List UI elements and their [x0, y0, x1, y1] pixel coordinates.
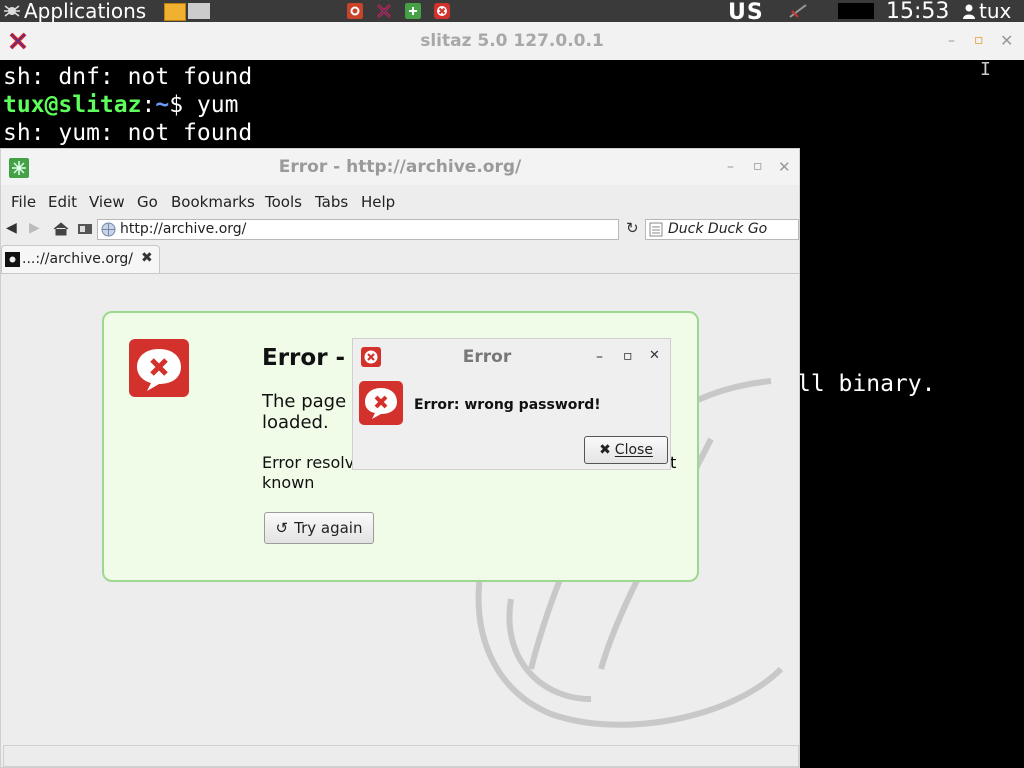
home-icon[interactable] [53, 222, 69, 236]
minimize-icon[interactable]: – [727, 159, 734, 175]
applications-label: Applications [24, 0, 147, 23]
error-icon [359, 381, 403, 425]
status-bar [3, 745, 799, 767]
search-placeholder: Duck Duck Go [668, 221, 768, 237]
reload-icon: ↺ [275, 519, 289, 537]
search-engine-icon [649, 222, 663, 237]
terminal-partial-text: ll binary. [797, 371, 936, 397]
terminal-prompt-line: tux@slitaz:~$ yum [0, 91, 1024, 119]
back-icon[interactable]: ◀ [6, 220, 17, 236]
close-button[interactable]: ✖ Close [584, 436, 668, 464]
restore-icon[interactable]: ▫ [974, 32, 984, 48]
tray-slot [838, 3, 874, 19]
desktop-2-button[interactable] [188, 3, 210, 19]
close-label: Close [614, 442, 653, 458]
error-detail-line: known [262, 473, 315, 492]
error-title: Error - [262, 345, 346, 371]
prompt-command: $ yum [169, 92, 239, 118]
terminal-titlebar[interactable]: slitaz 5.0 127.0.0.1 – ▫ ✕ [0, 22, 1024, 61]
browser-launcher-icon[interactable] [405, 3, 421, 19]
tab-divider [1, 273, 799, 274]
terminal-line: sh: yum: not found [3, 120, 253, 146]
try-again-button[interactable]: ↺ Try again [264, 512, 374, 544]
prompt-path: ~ [155, 92, 170, 118]
browser-titlebar[interactable]: Error - http://archive.org/ – ▫ ✕ [1, 149, 799, 185]
dialog-title: Error [462, 347, 512, 367]
menu-file[interactable]: File [11, 193, 36, 211]
close-icon[interactable]: ✕ [778, 158, 791, 176]
spider-icon [4, 5, 20, 17]
terminal-line: sh: dnf: not found [3, 64, 253, 90]
url-text: http://archive.org/ [120, 221, 247, 237]
url-bar[interactable]: http://archive.org/ [97, 219, 619, 240]
menu-tools[interactable]: Tools [265, 193, 302, 211]
network-icon[interactable] [788, 3, 808, 19]
user-menu[interactable]: tux [962, 0, 1011, 23]
settings-launcher-icon[interactable] [347, 3, 363, 19]
menu-view[interactable]: View [89, 193, 125, 211]
minimize-icon[interactable]: – [596, 349, 603, 365]
menu-tabs[interactable]: Tabs [315, 193, 348, 211]
maximize-icon[interactable]: ▫ [753, 158, 763, 174]
applications-menu[interactable]: Applications [4, 0, 147, 23]
error-dialog: Error – ▫ ✕ Error: wrong password! ✖ Clo… [352, 338, 671, 470]
reload-icon[interactable]: ↻ [626, 219, 639, 237]
prompt-separator: : [141, 92, 156, 118]
maximize-icon[interactable]: ▫ [623, 348, 633, 364]
user-name: tux [979, 0, 1012, 23]
menu-go[interactable]: Go [137, 193, 158, 211]
minimize-icon[interactable]: – [948, 33, 955, 49]
clock[interactable]: 15:53 [886, 0, 949, 24]
forward-icon[interactable]: ▶ [29, 220, 40, 236]
menu-bookmarks[interactable]: Bookmarks [171, 193, 255, 211]
text-cursor-icon: I [980, 59, 991, 80]
dialog-message: Error: wrong password! [414, 397, 601, 413]
browser-title: Error - http://archive.org/ [278, 157, 522, 177]
prompt-user: tux@slitaz [3, 92, 142, 118]
bookmarks-icon[interactable] [77, 223, 93, 235]
xterm-launcher-icon[interactable] [376, 3, 392, 19]
tab-label: ...://archive.org/ [22, 251, 134, 267]
close-icon[interactable]: ✕ [649, 348, 660, 363]
desktop-1-button[interactable] [164, 3, 186, 21]
error-tray-icon[interactable] [434, 3, 450, 19]
menu-bar: File Edit View Go Bookmarks Tools Tabs H… [1, 189, 799, 213]
try-again-label: Try again [294, 519, 363, 537]
close-x-icon: ✖ [599, 442, 611, 458]
terminal-title: slitaz 5.0 127.0.0.1 [420, 31, 604, 51]
error-icon [129, 339, 189, 397]
menu-help[interactable]: Help [361, 193, 395, 211]
menu-edit[interactable]: Edit [48, 193, 77, 211]
tab-favicon-icon [5, 252, 20, 267]
user-icon [963, 4, 975, 19]
tab-archive[interactable]: ...://archive.org/ ✖ [1, 245, 160, 274]
navigation-toolbar: ◀ ▶ http://archive.org/ ↻ Duck Duck Go [1, 217, 799, 243]
search-box[interactable]: Duck Duck Go [645, 219, 799, 240]
tab-close-icon[interactable]: ✖ [141, 250, 153, 266]
close-icon[interactable]: ✕ [1000, 31, 1013, 50]
globe-icon [101, 222, 116, 237]
top-panel: Applications US 15:53 tux [0, 0, 1024, 25]
